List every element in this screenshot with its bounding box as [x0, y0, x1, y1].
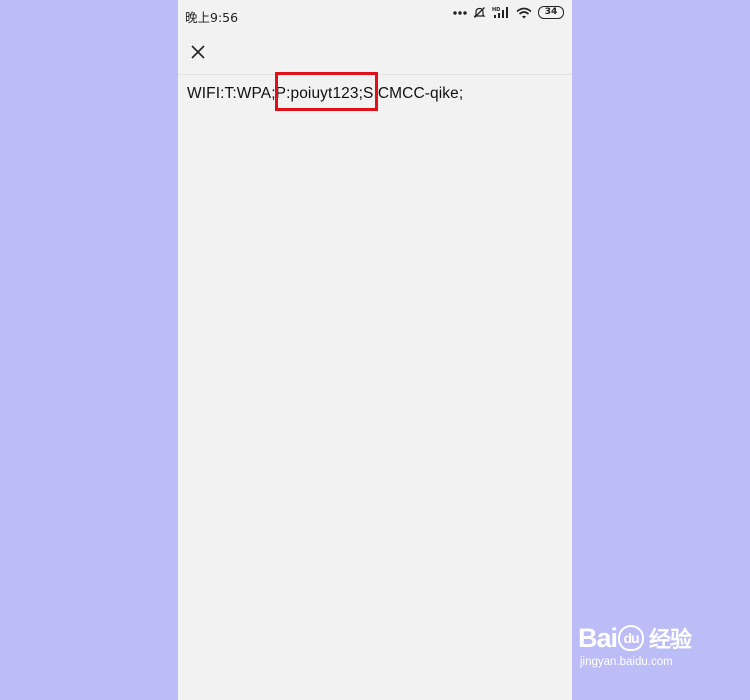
- battery-level: 34: [544, 7, 558, 17]
- battery-icon: 34: [538, 6, 564, 19]
- status-bar: 晚上9:56 HD 34: [178, 0, 572, 30]
- baidu-jingyan-watermark: Bai du 经验 jingyan.baidu.com: [578, 622, 718, 682]
- close-icon[interactable]: [187, 41, 209, 63]
- network-badge: HD: [492, 7, 500, 13]
- wifi-icon: [516, 7, 532, 18]
- signal-icon: HD: [492, 7, 508, 18]
- watermark-url: jingyan.baidu.com: [580, 656, 673, 668]
- mute-icon: [473, 7, 486, 18]
- watermark-brand-cn: 经验: [649, 628, 692, 653]
- status-time: 晚上9:56: [185, 10, 239, 25]
- paw-logo-icon: du: [618, 625, 645, 651]
- watermark-brand-mark: du: [623, 630, 639, 646]
- more-dots-icon: [453, 10, 467, 15]
- watermark-brand-left: Bai: [578, 622, 618, 653]
- password-highlight-box: [275, 72, 378, 111]
- watermark-logo: Bai du 经验: [578, 622, 718, 654]
- top-bar: [178, 30, 572, 75]
- status-icons: HD 34: [453, 6, 564, 19]
